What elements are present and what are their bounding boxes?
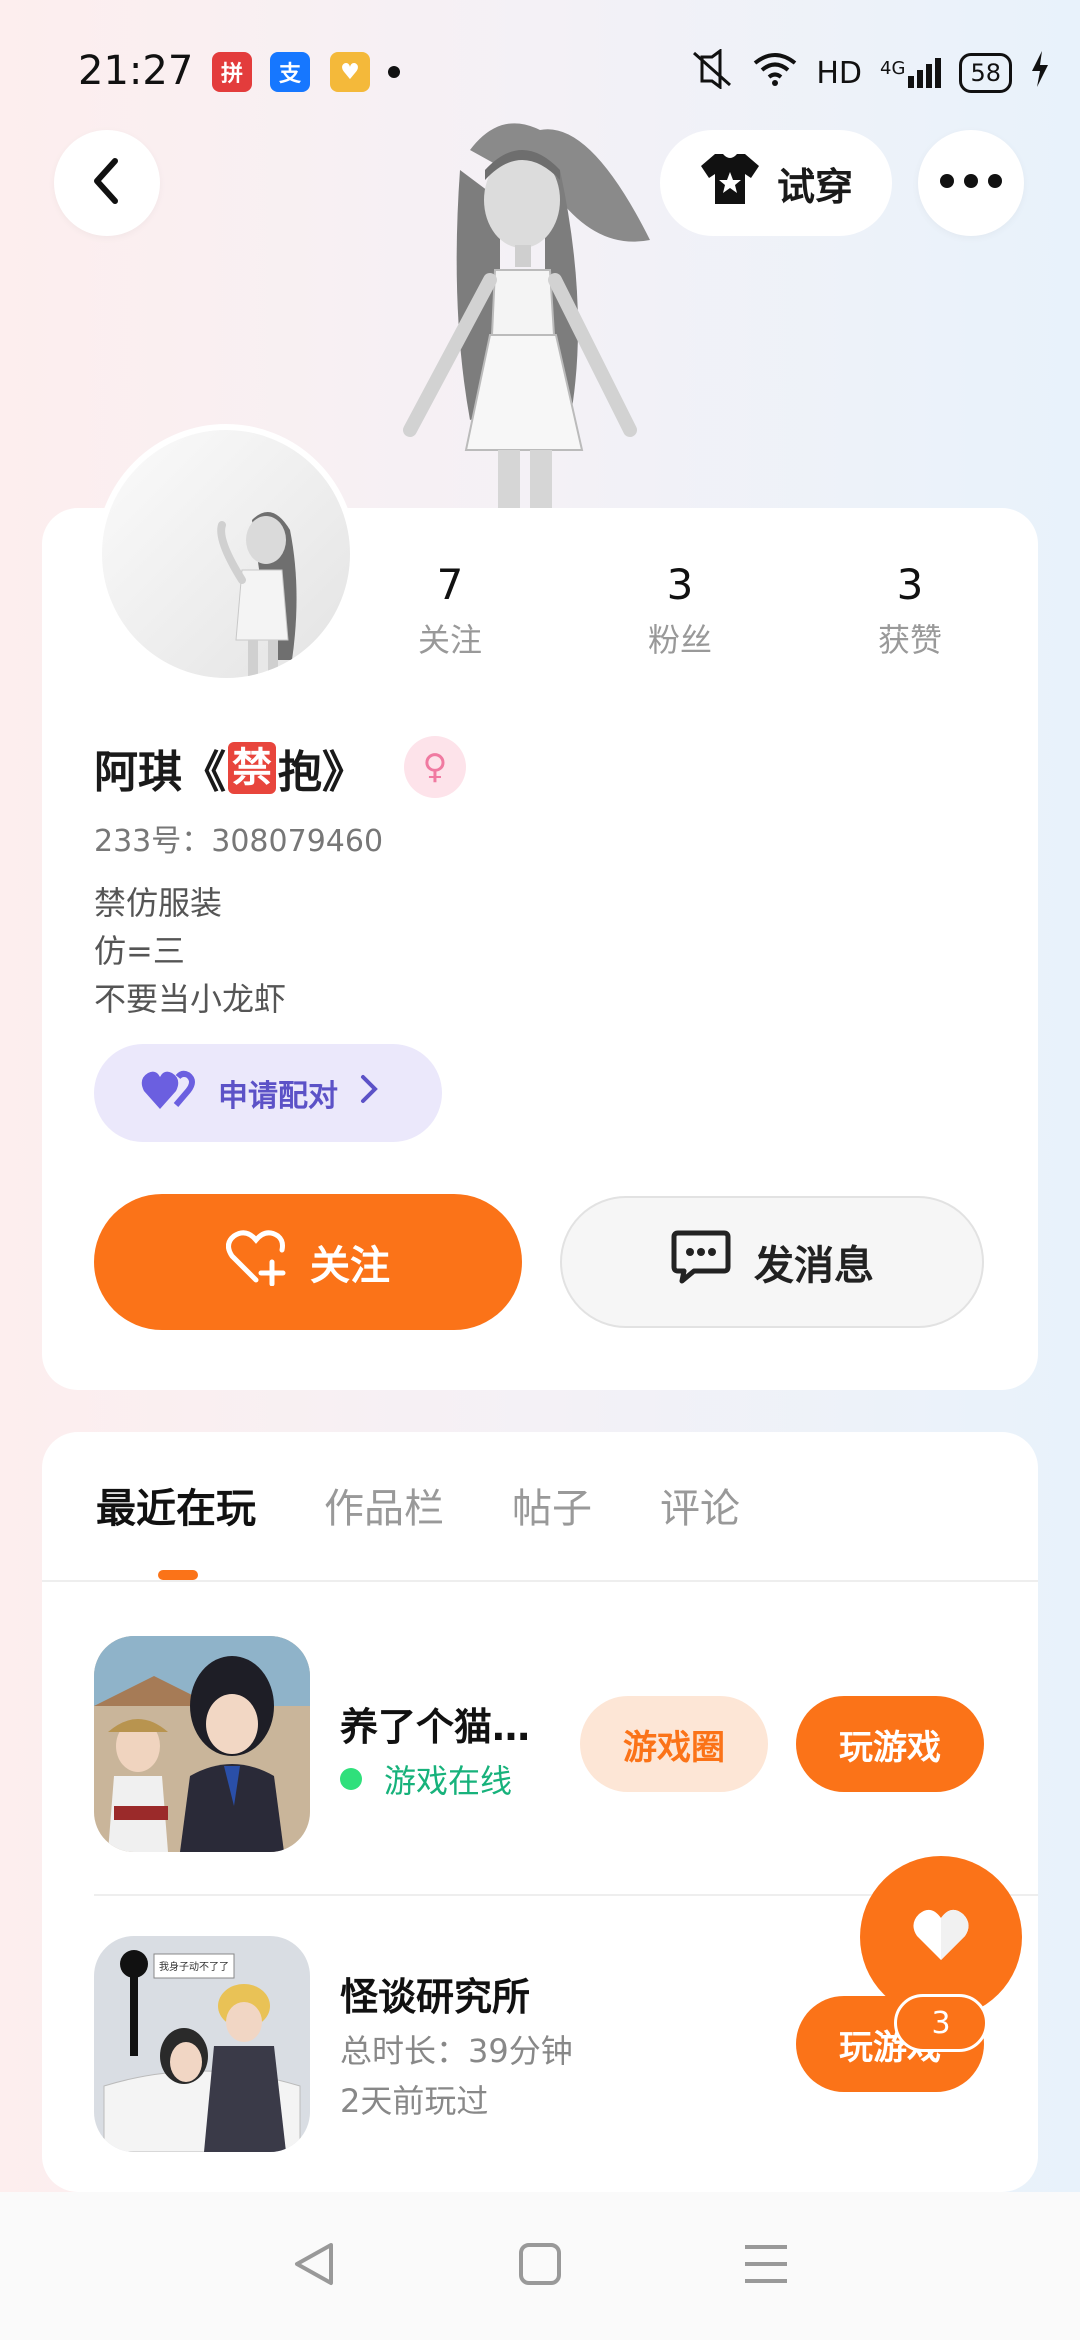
thumb-caption: 我身子动不了了 bbox=[159, 1960, 229, 1973]
game-circle-button[interactable]: 游戏圈 bbox=[580, 1696, 768, 1792]
tab-recent-playing[interactable]: 最近在玩 bbox=[96, 1476, 256, 1534]
heart-icon bbox=[909, 1906, 973, 1968]
tab-indicator bbox=[158, 1570, 198, 1580]
stat-likes-label: 获赞 bbox=[877, 621, 942, 659]
avatar-3d-character[interactable] bbox=[350, 110, 710, 510]
vip-icon: ♥ bbox=[330, 52, 370, 92]
apply-pair-button[interactable]: 申请配对 bbox=[94, 1044, 442, 1142]
back-button[interactable] bbox=[54, 130, 160, 236]
bio-line: 仿=三 bbox=[94, 932, 185, 970]
status-right: HD 4G 58 bbox=[690, 48, 1050, 98]
battery-indicator: 58 bbox=[959, 53, 1012, 93]
profile-tabs: 最近在玩 作品栏 帖子 评论 bbox=[96, 1476, 740, 1534]
game-title[interactable]: 养了个猫… bbox=[340, 1696, 530, 1751]
more-dots-icon bbox=[939, 173, 1003, 193]
status-time: 21:27 bbox=[78, 48, 194, 94]
play-game-button[interactable]: 玩游戏 bbox=[796, 1696, 984, 1792]
game-title[interactable]: 怪谈研究所 bbox=[340, 1966, 530, 2021]
stat-fans[interactable]: 3 粉丝 bbox=[600, 560, 760, 661]
stat-fans-label: 粉丝 bbox=[647, 621, 712, 659]
tab-posts[interactable]: 帖子 bbox=[512, 1476, 592, 1534]
hd-label: HD bbox=[816, 55, 863, 91]
try-on-label: 试穿 bbox=[776, 164, 853, 209]
game-thumbnail[interactable] bbox=[94, 1636, 310, 1852]
stat-following-label: 关注 bbox=[417, 621, 482, 659]
female-icon: ♀ bbox=[404, 736, 466, 798]
online-dot-icon bbox=[340, 1768, 362, 1790]
nav-menu-icon[interactable] bbox=[741, 2241, 791, 2291]
notification-dot bbox=[388, 66, 400, 78]
profile-name: 阿琪《禁抱》 bbox=[94, 736, 366, 800]
follow-label: 关注 bbox=[310, 1243, 390, 1289]
try-on-button[interactable]: 试穿 bbox=[660, 130, 892, 236]
apply-pair-label: 申请配对 bbox=[218, 1079, 338, 1114]
game-last-played: 2天前玩过 bbox=[340, 2082, 489, 2120]
nav-back-icon[interactable] bbox=[289, 2239, 339, 2293]
message-label: 发消息 bbox=[754, 1243, 874, 1289]
stat-likes[interactable]: 3 获赞 bbox=[830, 560, 990, 661]
charging-icon bbox=[1030, 51, 1050, 95]
game-online-status: 游戏在线 bbox=[340, 1756, 512, 1802]
alipay-icon: 支 bbox=[270, 52, 310, 92]
stat-fans-count: 3 bbox=[666, 560, 694, 609]
tab-works[interactable]: 作品栏 bbox=[324, 1476, 444, 1534]
chat-bubble-icon bbox=[670, 1229, 732, 1295]
follow-button[interactable]: 关注 bbox=[94, 1194, 522, 1330]
stat-following-count: 7 bbox=[436, 560, 464, 609]
stat-likes-count: 3 bbox=[896, 560, 924, 609]
name-ban-char: 禁 bbox=[228, 742, 276, 794]
pinduoduo-icon: 拼 bbox=[212, 52, 252, 92]
name-part-suffix: 抱》 bbox=[278, 747, 366, 798]
stat-following[interactable]: 7 关注 bbox=[370, 560, 530, 661]
double-heart-icon bbox=[140, 1067, 196, 1119]
wifi-icon bbox=[752, 51, 798, 95]
mute-icon bbox=[690, 48, 734, 97]
bio-line: 不要当小龙虾 bbox=[94, 980, 287, 1018]
heart-plus-icon bbox=[226, 1228, 288, 1296]
game-online-label: 游戏在线 bbox=[384, 1762, 513, 1800]
chevron-right-icon bbox=[360, 1074, 378, 1112]
system-navigation-bar bbox=[0, 2192, 1080, 2340]
user-id: 233号：308079460 bbox=[94, 824, 384, 859]
shirt-icon bbox=[699, 152, 761, 215]
chevron-left-icon bbox=[87, 157, 127, 209]
game-duration: 总时长：39分钟 bbox=[340, 2032, 573, 2070]
cell-signal-icon: 4G bbox=[880, 58, 942, 88]
like-count-badge: 3 bbox=[894, 1994, 988, 2052]
game-thumbnail[interactable]: 我身子动不了了 bbox=[94, 1936, 310, 2152]
tabs-divider bbox=[42, 1580, 1038, 1582]
message-button[interactable]: 发消息 bbox=[560, 1196, 984, 1328]
tab-comments[interactable]: 评论 bbox=[660, 1476, 740, 1534]
bio-line: 禁仿服装 bbox=[94, 884, 223, 922]
avatar[interactable] bbox=[96, 424, 356, 684]
more-button[interactable] bbox=[918, 130, 1024, 236]
name-part-prefix: 阿琪《 bbox=[94, 747, 226, 798]
nav-home-icon[interactable] bbox=[517, 2241, 563, 2291]
